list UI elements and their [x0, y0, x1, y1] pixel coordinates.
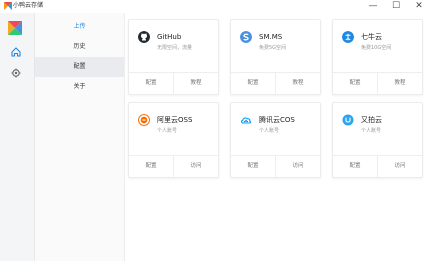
window-title: 小鸭云存储: [13, 2, 44, 9]
card-description: 免费5G空间: [259, 45, 287, 51]
card-description: 无限空间，流量: [157, 45, 193, 51]
menu-item-upload[interactable]: 上传: [35, 17, 124, 37]
tencent-cloud-icon: [241, 117, 252, 124]
card-name: 阿里云OSS: [157, 116, 193, 124]
title-bar: 小鸭云存储 — ☐ ✕: [0, 0, 429, 13]
maximize-button[interactable]: ☐: [386, 0, 406, 13]
storage-card-github[interactable]: GitHub 无限空间，流量 配置 教程: [128, 19, 219, 95]
aliyun-icon: [138, 114, 150, 126]
configure-button[interactable]: 配置: [333, 73, 378, 94]
card-name: SM.MS: [259, 33, 283, 41]
visit-button[interactable]: 访问: [174, 156, 218, 177]
visit-button[interactable]: 访问: [378, 156, 422, 177]
card-name: 七牛云: [361, 33, 382, 41]
tutorial-button[interactable]: 教程: [174, 73, 218, 94]
gear-icon[interactable]: [10, 67, 22, 79]
storage-card-upyun[interactable]: 又拍云 个人账号 配置 访问: [332, 102, 423, 178]
icon-rail: [0, 13, 35, 261]
card-description: 个人账号: [361, 128, 382, 134]
storage-card-smms[interactable]: SM.MS 免费5G空间 配置 教程: [230, 19, 321, 95]
menu-item-about[interactable]: 关于: [35, 77, 124, 97]
configure-button[interactable]: 配置: [231, 73, 276, 94]
upyun-icon: [342, 114, 354, 126]
minimize-button[interactable]: —: [363, 0, 383, 13]
configure-button[interactable]: 配置: [231, 156, 276, 177]
app-icon: [4, 2, 12, 10]
configure-button[interactable]: 配置: [129, 73, 174, 94]
tutorial-button[interactable]: 教程: [378, 73, 422, 94]
card-description: 个人账号: [157, 128, 178, 134]
github-icon: [138, 31, 150, 43]
card-name: GitHub: [157, 33, 182, 41]
qiniu-icon: [342, 31, 354, 43]
storage-card-tencent[interactable]: 腾讯云COS 个人账号 配置 访问: [230, 102, 321, 178]
storage-card-aliyun[interactable]: 阿里云OSS 个人账号 配置 访问: [128, 102, 219, 178]
card-name: 腾讯云COS: [259, 116, 295, 124]
storage-card-qiniu[interactable]: 七牛云 免费10G空间 配置 教程: [332, 19, 423, 95]
home-icon[interactable]: [10, 46, 22, 58]
smms-icon: [240, 31, 252, 43]
app-logo-icon: [8, 21, 22, 35]
configure-button[interactable]: 配置: [129, 156, 174, 177]
menu-item-history[interactable]: 历史: [35, 37, 124, 57]
configure-button[interactable]: 配置: [333, 156, 378, 177]
visit-button[interactable]: 访问: [276, 156, 320, 177]
card-description: 免费10G空间: [361, 45, 392, 51]
menu-item-config[interactable]: 配置: [35, 57, 124, 77]
tutorial-button[interactable]: 教程: [276, 73, 320, 94]
card-name: 又拍云: [361, 116, 382, 124]
side-menu: 上传 历史 配置 关于: [35, 13, 125, 261]
card-description: 个人账号: [259, 128, 280, 134]
close-button[interactable]: ✕: [409, 0, 429, 13]
